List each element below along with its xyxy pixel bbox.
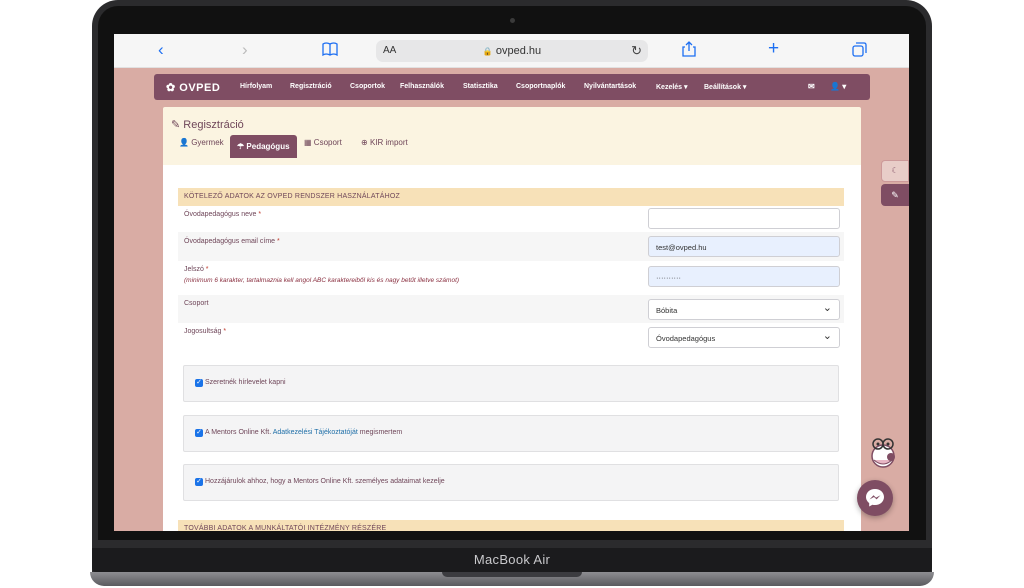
safari-toolbar: ‹ › AA 🔒 ovped.hu ↻ + xyxy=(114,34,909,68)
form-row-password: Jelszó * (minimum 6 karakter, tartalmazn… xyxy=(178,261,844,295)
messenger-icon xyxy=(866,489,884,507)
edit-icon: ✎ xyxy=(891,190,899,200)
nav-item-csoportok[interactable]: Csoportok xyxy=(350,83,385,90)
nav-item-kezeles[interactable]: Kezelés ▾ xyxy=(656,83,688,91)
device-brand-label: MacBook Air xyxy=(473,552,551,567)
section-required-header: KÖTELEZŐ ADATOK AZ OVPED RENDSZER HASZNÁ… xyxy=(178,188,844,206)
reload-icon[interactable]: ↻ xyxy=(631,43,642,59)
email-label-text: Óvodapedagógus email címe xyxy=(184,238,276,245)
privacy-checkbox-panel: ✓ A Mentors Online Kft. Adatkezelési Táj… xyxy=(183,415,839,452)
newsletter-checkbox[interactable]: ✓ xyxy=(195,379,203,387)
user-menu[interactable]: 👤 ▾ xyxy=(830,82,846,91)
form-row-group: Csoport Bóbita xyxy=(178,295,844,323)
logo-text: OVPED xyxy=(179,82,221,94)
section-optional-header: TOVÁBBI ADATOK A MUNKÁLTATÓI INTÉZMÉNY R… xyxy=(178,520,844,531)
role-select[interactable]: Óvodapedagógus xyxy=(648,327,840,348)
feedback-widget[interactable]: ✎ xyxy=(881,184,909,206)
privacy-checkbox[interactable]: ✓ xyxy=(195,429,203,437)
name-input[interactable] xyxy=(648,208,840,229)
user-icon: 👤 xyxy=(830,82,840,91)
tab-label: Gyermek xyxy=(191,138,224,147)
group-select[interactable]: Bóbita xyxy=(648,299,840,320)
newsletter-label[interactable]: Szeretnék hírlevelet kapni xyxy=(205,379,286,386)
role-label: Jogosultság * xyxy=(184,328,226,335)
tabs-icon[interactable] xyxy=(852,42,867,62)
privacy-prefix: A Mentors Online Kft. xyxy=(205,429,272,436)
messenger-chat-button[interactable] xyxy=(857,480,893,516)
role-label-text: Jogosultság xyxy=(184,328,222,335)
main-navbar: ✿ OVPED Hírfolyam Regisztráció Csoportok… xyxy=(154,74,870,100)
ovped-logo[interactable]: ✿ OVPED xyxy=(166,81,220,94)
camera xyxy=(510,18,515,23)
password-hint: (minimum 6 karakter, tartalmaznia kell a… xyxy=(184,277,460,284)
nav-item-csoportnaplok[interactable]: Csoportnaplók xyxy=(516,83,565,90)
mascot-icon[interactable] xyxy=(866,434,900,470)
mail-icon[interactable]: ✉ xyxy=(808,82,815,91)
name-label-text: Óvodapedagógus neve xyxy=(184,211,257,218)
password-label: Jelszó * xyxy=(184,266,209,273)
user-menu-caret: ▾ xyxy=(842,82,847,91)
address-bar[interactable]: AA 🔒 ovped.hu ↻ xyxy=(376,40,648,62)
tab-label: Csoport xyxy=(313,138,342,147)
base-notch xyxy=(442,572,582,577)
nav-item-statisztika[interactable]: Statisztika xyxy=(463,83,498,90)
moon-icon: ☾ xyxy=(891,166,899,175)
form-row-role: Jogosultság * Óvodapedagógus xyxy=(178,323,844,352)
tab-csoport[interactable]: ▦ Csoport xyxy=(304,138,342,147)
required-mark: * xyxy=(223,328,227,335)
group-select-value: Bóbita xyxy=(656,306,678,315)
form-row-email: Óvodapedagógus email címe * test@ovped.h… xyxy=(178,232,844,261)
url-text: 🔒 ovped.hu xyxy=(376,45,648,57)
form-row-name: Óvodapedagógus neve * xyxy=(178,206,844,232)
nav-item-nyilvantartasok[interactable]: Nyilvántartások xyxy=(584,83,636,90)
email-label: Óvodapedagógus email címe * xyxy=(184,238,280,245)
required-mark: * xyxy=(258,211,262,218)
consent-checkbox[interactable]: ✓ xyxy=(195,478,203,486)
teacher-icon: ☂ xyxy=(237,142,245,151)
nav-item-beallitasok[interactable]: Beállítások ▾ xyxy=(704,83,746,91)
password-label-text: Jelszó xyxy=(184,266,204,273)
password-input[interactable]: ·········· xyxy=(648,266,840,287)
night-mode-toggle[interactable]: ☾ xyxy=(881,160,909,182)
consent-checkbox-panel: ✓ Hozzájárulok ahhoz, hogy a Mentors Onl… xyxy=(183,464,839,501)
forward-icon[interactable]: › xyxy=(242,40,248,60)
tab-pedagogus[interactable]: ☂ Pedagógus xyxy=(230,135,297,158)
new-tab-icon[interactable]: + xyxy=(768,38,779,60)
tab-label: Pedagógus xyxy=(246,142,290,151)
privacy-policy-link[interactable]: Adatkezelési Tájékoztatóját xyxy=(273,429,358,436)
back-icon[interactable]: ‹ xyxy=(158,40,164,60)
privacy-label[interactable]: A Mentors Online Kft. Adatkezelési Tájék… xyxy=(205,429,402,436)
edit-icon: ✎ xyxy=(171,119,181,131)
lock-icon: 🔒 xyxy=(482,47,493,56)
child-icon: 👤 xyxy=(179,138,189,147)
page-title-text: Regisztráció xyxy=(183,119,244,131)
nav-item-regisztracio[interactable]: Regisztráció xyxy=(290,83,332,90)
page-title: ✎ Regisztráció xyxy=(171,118,244,131)
share-icon[interactable] xyxy=(682,41,696,62)
grid-icon: ▦ xyxy=(304,138,312,147)
required-mark: * xyxy=(205,266,209,273)
group-label: Csoport xyxy=(184,300,209,307)
tab-label: KIR import xyxy=(369,138,408,147)
url-label: ovped.hu xyxy=(495,45,542,57)
nav-item-felhasznalok[interactable]: Felhasználók xyxy=(400,83,444,90)
newsletter-checkbox-panel: ✓ Szeretnék hírlevelet kapni xyxy=(183,365,839,402)
form-body: KÖTELEZŐ ADATOK AZ OVPED RENDSZER HASZNÁ… xyxy=(163,165,861,531)
privacy-suffix: megismertem xyxy=(359,429,403,436)
role-select-value: Óvodapedagógus xyxy=(656,334,716,343)
name-label: Óvodapedagógus neve * xyxy=(184,211,261,218)
tab-gyermek[interactable]: 👤 Gyermek xyxy=(179,138,224,147)
import-icon: ⊕ xyxy=(361,138,368,147)
nav-item-hirfolyam[interactable]: Hírfolyam xyxy=(240,83,272,90)
email-input[interactable]: test@ovped.hu xyxy=(648,236,840,257)
bookmarks-icon[interactable] xyxy=(322,42,338,59)
required-mark: * xyxy=(277,238,280,245)
tab-kir-import[interactable]: ⊕ KIR import xyxy=(361,138,408,147)
consent-label[interactable]: Hozzájárulok ahhoz, hogy a Mentors Onlin… xyxy=(205,478,445,485)
browser-screen: ‹ › AA 🔒 ovped.hu ↻ + ✿ OVPED Hírfolyam … xyxy=(114,34,909,531)
registration-card: ✎ Regisztráció 👤 Gyermek ☂ Pedagógus ▦ C… xyxy=(163,107,861,531)
